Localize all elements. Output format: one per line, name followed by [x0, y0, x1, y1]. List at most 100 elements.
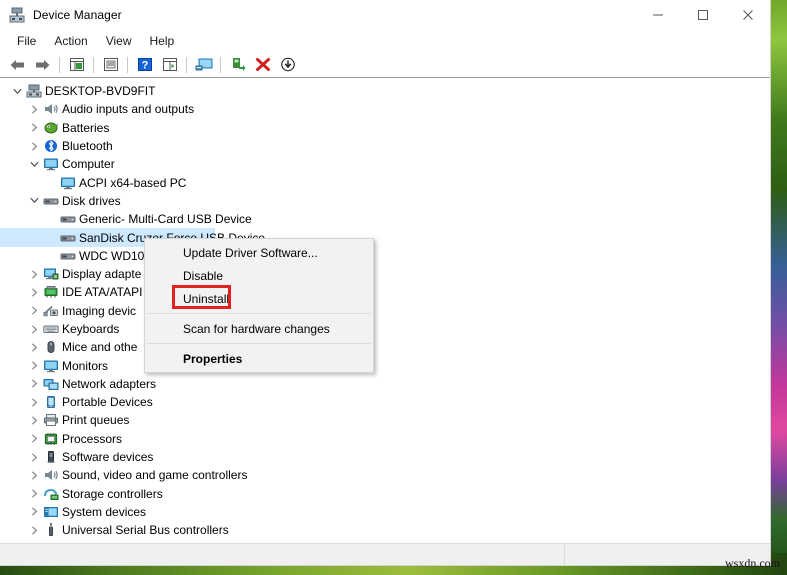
- context-menu-item[interactable]: Uninstall: [145, 287, 373, 310]
- chevron-right-icon[interactable]: [26, 526, 42, 535]
- tree-item-label: Mice and othe: [62, 340, 138, 355]
- context-menu-item[interactable]: Properties: [145, 347, 373, 370]
- watermark: wsxdn.com: [725, 556, 780, 570]
- keyboard-icon: [42, 322, 60, 336]
- close-button[interactable]: [725, 0, 770, 30]
- tree-item[interactable]: Generic- Multi-Card USB Device: [0, 210, 770, 228]
- tree-item-label: ACPI x64-based PC: [79, 175, 187, 190]
- tree-item[interactable]: Monitors: [0, 356, 770, 374]
- context-menu-item[interactable]: Update Driver Software...: [145, 241, 373, 264]
- tree-item-label: Imaging devic: [62, 303, 137, 318]
- tree-item[interactable]: Mice and othe: [0, 338, 770, 356]
- tree-item[interactable]: Bluetooth: [0, 137, 770, 155]
- show-hidden-devices-icon[interactable]: [158, 54, 181, 76]
- enable-device-icon[interactable]: [226, 54, 249, 76]
- tree-item[interactable]: ACPI x64-based PC: [0, 173, 770, 191]
- disable-device-icon[interactable]: [276, 54, 299, 76]
- chevron-right-icon[interactable]: [26, 361, 42, 370]
- battery-icon: [42, 121, 60, 135]
- tree-item[interactable]: Processors: [0, 430, 770, 448]
- tree-item[interactable]: Display adapte: [0, 265, 770, 283]
- chevron-right-icon[interactable]: [26, 398, 42, 407]
- menu-action[interactable]: Action: [45, 32, 96, 50]
- uninstall-device-icon[interactable]: [251, 54, 274, 76]
- tree-item[interactable]: Universal Serial Bus controllers: [0, 521, 770, 539]
- toolbar-separator: [186, 56, 187, 73]
- monitor-icon: [42, 157, 60, 171]
- bluetooth-icon: [42, 139, 60, 153]
- scan-hardware-icon[interactable]: [192, 54, 215, 76]
- tree-item-label: Network adapters: [62, 376, 157, 391]
- chevron-right-icon[interactable]: [26, 142, 42, 151]
- chevron-down-icon[interactable]: [9, 87, 25, 96]
- update-driver-icon[interactable]: [99, 54, 122, 76]
- tree-item[interactable]: Computer: [0, 155, 770, 173]
- tree-item[interactable]: Network adapters: [0, 375, 770, 393]
- minimize-button[interactable]: [635, 0, 680, 30]
- tree-item[interactable]: System devices: [0, 503, 770, 521]
- tree-item-label: System devices: [62, 504, 147, 519]
- tree-item-label: Sound, video and game controllers: [62, 468, 248, 483]
- context-menu[interactable]: Update Driver Software... Disable Uninstal…: [144, 238, 374, 373]
- context-menu-item[interactable]: Disable: [145, 264, 373, 287]
- usb-icon: [42, 523, 60, 537]
- context-menu-item[interactable]: Scan for hardware changes: [145, 317, 373, 340]
- tree-item[interactable]: Imaging devic: [0, 302, 770, 320]
- tree-item-label: Software devices: [62, 450, 154, 465]
- display-adapter-icon: [42, 267, 60, 281]
- chevron-right-icon[interactable]: [26, 379, 42, 388]
- tree-item-label: Audio inputs and outputs: [62, 102, 195, 117]
- chevron-right-icon[interactable]: [26, 123, 42, 132]
- tree-item[interactable]: DESKTOP-BVD9FIT: [0, 82, 770, 100]
- chevron-right-icon[interactable]: [26, 489, 42, 498]
- svg-text:?: ?: [141, 60, 148, 72]
- chevron-right-icon[interactable]: [26, 507, 42, 516]
- computer-root-icon: [25, 84, 43, 98]
- menu-bar: File Action View Help: [0, 30, 770, 52]
- tree-item[interactable]: Sound, video and game controllers: [0, 466, 770, 484]
- back-icon[interactable]: [6, 54, 29, 76]
- tree-item-label: IDE ATA/ATAPI: [62, 285, 143, 300]
- menu-view[interactable]: View: [97, 32, 141, 50]
- device-tree[interactable]: DESKTOP-BVD9FIT Audio inputs and outputs B…: [0, 78, 770, 543]
- help-icon[interactable]: ?: [133, 54, 156, 76]
- tree-item[interactable]: Software devices: [0, 448, 770, 466]
- tree-item[interactable]: Storage controllers: [0, 485, 770, 503]
- maximize-button[interactable]: [680, 0, 725, 30]
- forward-icon[interactable]: [31, 54, 54, 76]
- tree-item[interactable]: SanDisk Cruzer Force USB Device: [0, 228, 770, 247]
- menu-file[interactable]: File: [8, 32, 45, 50]
- tree-item[interactable]: Portable Devices: [0, 393, 770, 411]
- tree-item-label: Disk drives: [62, 193, 121, 208]
- tree-item[interactable]: Print queues: [0, 411, 770, 429]
- chevron-right-icon[interactable]: [26, 306, 42, 315]
- chevron-right-icon[interactable]: [26, 434, 42, 443]
- tree-item[interactable]: Batteries: [0, 119, 770, 137]
- chevron-right-icon[interactable]: [26, 453, 42, 462]
- chevron-right-icon[interactable]: [26, 288, 42, 297]
- chevron-down-icon[interactable]: [26, 196, 42, 205]
- chevron-right-icon[interactable]: [26, 270, 42, 279]
- properties-icon[interactable]: [65, 54, 88, 76]
- chevron-down-icon[interactable]: [26, 160, 42, 169]
- disk-icon: [59, 231, 77, 245]
- chevron-right-icon[interactable]: [26, 325, 42, 334]
- storage-controller-icon: [42, 487, 60, 501]
- chevron-right-icon[interactable]: [26, 343, 42, 352]
- disk-icon: [59, 212, 77, 226]
- tree-item[interactable]: Keyboards: [0, 320, 770, 338]
- menu-help[interactable]: Help: [141, 32, 184, 50]
- tree-item-label: Bluetooth: [62, 139, 113, 154]
- tree-item[interactable]: Disk drives: [0, 192, 770, 210]
- chevron-right-icon[interactable]: [26, 471, 42, 480]
- tree-item[interactable]: Audio inputs and outputs: [0, 100, 770, 118]
- title-bar: Device Manager: [0, 0, 770, 30]
- tree-item[interactable]: WDC WD10: [0, 247, 770, 265]
- tree-item[interactable]: IDE ATA/ATAPI: [0, 283, 770, 301]
- chevron-right-icon[interactable]: [26, 105, 42, 114]
- printer-icon: [42, 413, 60, 427]
- tree-item-label: Computer: [62, 157, 115, 172]
- tree-item-label: DESKTOP-BVD9FIT: [45, 84, 156, 99]
- chevron-right-icon[interactable]: [26, 416, 42, 425]
- network-icon: [42, 377, 60, 391]
